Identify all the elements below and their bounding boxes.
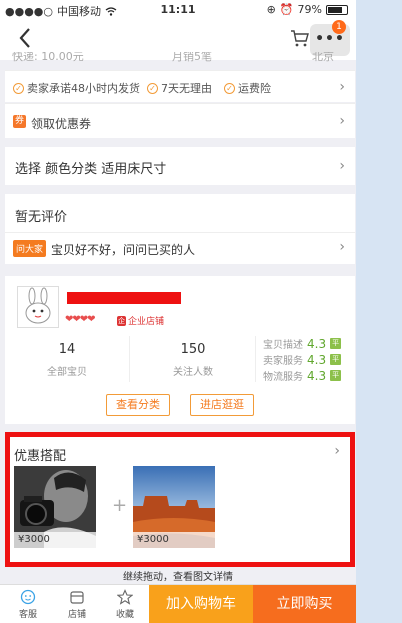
- reviews-title: 暂无评价: [15, 210, 68, 225]
- bundle-item[interactable]: ¥3000: [14, 466, 96, 548]
- shop-rating-hearts: ❤❤❤❤: [65, 314, 95, 325]
- star-icon: [117, 589, 133, 605]
- cart-icon: [291, 30, 309, 47]
- promise-item: ✓ 运费险: [224, 80, 271, 96]
- plus-icon: +: [112, 495, 128, 516]
- chat-face-icon: [20, 589, 36, 605]
- cut-off-info-row: 快递: 10.00元 月销5笔 北京: [12, 52, 352, 62]
- phone-screen: ●●●●○ 中国移动 11:11 ⊕ ⏰ 79% ••• 1 快递: 10.00…: [0, 0, 356, 623]
- view-categories-button[interactable]: 查看分类: [106, 394, 170, 416]
- reviews-section: 暂无评价 问大家 宝贝好不好，问问已买的人 ›: [5, 194, 355, 264]
- ship-from-location: 北京: [312, 52, 334, 62]
- promise-item: ✓ 7天无理由: [147, 80, 212, 96]
- bundle-item[interactable]: ¥3000: [133, 466, 215, 548]
- divider: [255, 336, 256, 382]
- add-to-cart-button[interactable]: 加入购物车: [149, 585, 253, 623]
- shop-avatar[interactable]: [17, 286, 59, 328]
- score-logistics: 物流服务 4.3 平: [263, 368, 342, 383]
- buy-now-button[interactable]: 立即购买: [253, 585, 356, 623]
- ask-badge: 问大家: [13, 240, 47, 257]
- drag-for-details-hint: 继续拖动，查看图文详情: [123, 572, 233, 583]
- promise-item: ✓ 卖家承诺48小时内发货: [13, 80, 140, 96]
- ask-text: 宝贝好不好，问问已买的人: [51, 243, 196, 257]
- rabbit-mascot-icon: [25, 287, 51, 324]
- redacted-shop-name: [67, 292, 181, 304]
- battery-percent: 79%: [297, 3, 322, 16]
- divider: [129, 336, 130, 382]
- ask-buyers-row[interactable]: 问大家 宝贝好不好，问问已买的人 ›: [5, 232, 355, 264]
- check-circle-icon: ✓: [13, 82, 24, 94]
- score-service: 卖家服务 4.3 平: [263, 352, 342, 367]
- customer-service-button[interactable]: 客服: [4, 585, 52, 623]
- cart-button[interactable]: [290, 28, 310, 52]
- bundle-title: 优惠搭配: [14, 449, 67, 464]
- check-circle-icon: ✓: [224, 82, 235, 94]
- back-button[interactable]: [18, 27, 32, 55]
- chevron-right-icon: ›: [339, 158, 345, 174]
- chevron-right-icon: ›: [339, 79, 345, 95]
- status-bar: ●●●●○ 中国移动 11:11 ⊕ ⏰ 79%: [0, 0, 356, 20]
- rotation-lock-icon: ⊕: [266, 3, 276, 16]
- shipping-fee: 快递: 10.00元: [12, 52, 84, 62]
- alarm-icon: ⏰: [279, 3, 294, 16]
- bundle-deals-section: 优惠搭配 › ¥3000 + ¥3000: [5, 432, 355, 567]
- bundle-item-price: ¥3000: [14, 532, 96, 548]
- sku-select-label: 选择 颜色分类 适用床尺寸: [15, 162, 167, 177]
- favorite-button[interactable]: 收藏: [101, 585, 149, 623]
- sku-select-row[interactable]: 选择 颜色分类 适用床尺寸 ›: [5, 147, 355, 185]
- monthly-sales: 月销5笔: [172, 52, 212, 62]
- chevron-right-icon: ›: [339, 113, 345, 129]
- chevron-left-icon: [19, 28, 30, 48]
- enter-shop-button[interactable]: 进店逛逛: [190, 394, 254, 416]
- shop-icon: [70, 591, 84, 604]
- bundle-item-price: ¥3000: [133, 532, 215, 548]
- notification-badge: 1: [332, 20, 346, 34]
- status-right: ⊕ ⏰ 79%: [267, 3, 348, 16]
- score-description: 宝贝描述 4.3 平: [263, 336, 342, 351]
- shop-button[interactable]: 店铺: [53, 585, 101, 623]
- stat-all-items[interactable]: 14 全部宝贝: [12, 342, 122, 378]
- shop-card: ❤❤❤❤ 企 企业店铺 14 全部宝贝 150 关注人数 宝贝描述 4.3 平 卖家…: [5, 276, 355, 424]
- chevron-right-icon[interactable]: ›: [334, 443, 340, 459]
- nav-bar: ••• 1 快递: 10.00元 月销5笔 北京: [0, 20, 356, 62]
- stat-followers[interactable]: 150 关注人数: [138, 342, 248, 378]
- coupon-label: 领取优惠券: [31, 117, 92, 131]
- service-promises-row[interactable]: ✓ 卖家承诺48小时内发货 ✓ 7天无理由 ✓ 运费险 ›: [5, 70, 355, 102]
- coupon-icon: 券: [13, 115, 26, 128]
- coupon-row[interactable]: 券 领取优惠券 ›: [5, 103, 355, 138]
- bottom-action-bar: 客服 店铺 收藏 加入购物车 立即购买: [0, 584, 356, 623]
- enterprise-shop-badge: 企 企业店铺: [117, 315, 165, 327]
- enterprise-icon: 企: [117, 315, 126, 326]
- chevron-right-icon: ›: [339, 239, 345, 255]
- battery-icon: [326, 4, 348, 15]
- check-circle-icon: ✓: [147, 82, 158, 94]
